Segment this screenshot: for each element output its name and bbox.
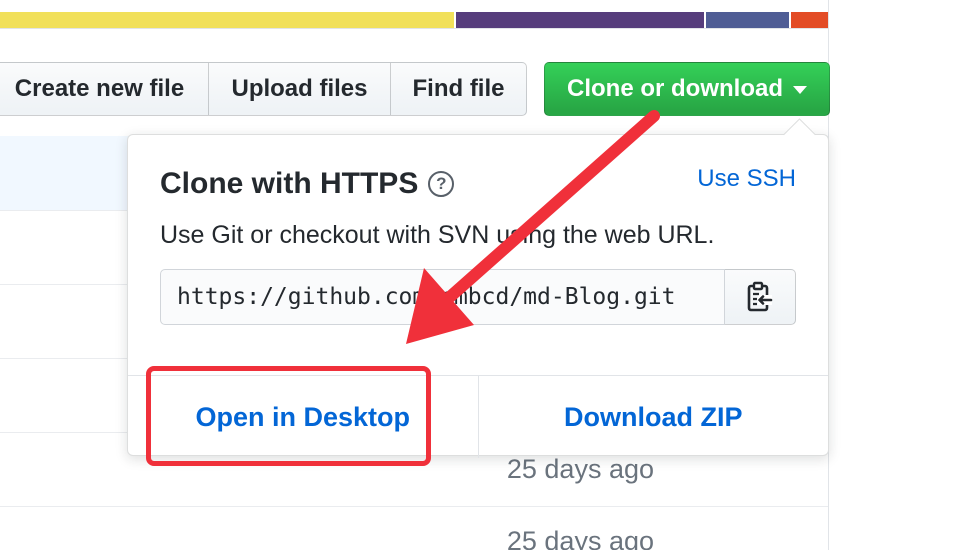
copy-url-button[interactable] — [725, 269, 796, 325]
clipboard-icon — [747, 281, 773, 312]
row-age: 25 days ago — [506, 526, 654, 550]
row-divider — [0, 506, 828, 507]
popover-pointer — [783, 118, 816, 151]
language-bar-segment — [789, 12, 829, 28]
clone-or-download-label: Clone or download — [567, 75, 783, 102]
popover-footer: Open in Desktop Download ZIP — [128, 375, 828, 458]
clone-url-input[interactable] — [160, 269, 726, 325]
help-icon[interactable]: ? — [428, 171, 455, 197]
caret-down-icon — [793, 86, 807, 94]
open-in-desktop-button[interactable]: Open in Desktop — [128, 376, 478, 458]
find-file-button[interactable]: Find file — [390, 62, 527, 116]
row-age: 25 days ago — [506, 454, 654, 484]
repo-page: 25 days ago 25 days ago Create new file … — [0, 0, 968, 550]
clone-description: Use Git or checkout with SVN using the w… — [160, 221, 715, 249]
upload-files-button[interactable]: Upload files — [208, 62, 391, 116]
language-bar-segment — [704, 12, 790, 28]
file-actions-group: Create new file Upload files Find file — [0, 62, 527, 116]
clone-url-group — [160, 269, 796, 325]
popover-title-text: Clone with HTTPS — [160, 167, 419, 200]
use-ssh-link[interactable]: Use SSH — [697, 165, 796, 193]
clone-popover: Clone with HTTPS ? Use SSH Use Git or ch… — [127, 118, 829, 458]
popover-title: Clone with HTTPS ? — [160, 167, 455, 201]
clone-or-download-button[interactable]: Clone or download — [544, 62, 830, 116]
download-zip-button[interactable]: Download ZIP — [477, 376, 829, 458]
create-new-file-button[interactable]: Create new file — [0, 62, 209, 116]
language-bar-segment — [0, 12, 455, 28]
language-bar — [0, 12, 829, 29]
language-bar-segment — [454, 12, 705, 28]
